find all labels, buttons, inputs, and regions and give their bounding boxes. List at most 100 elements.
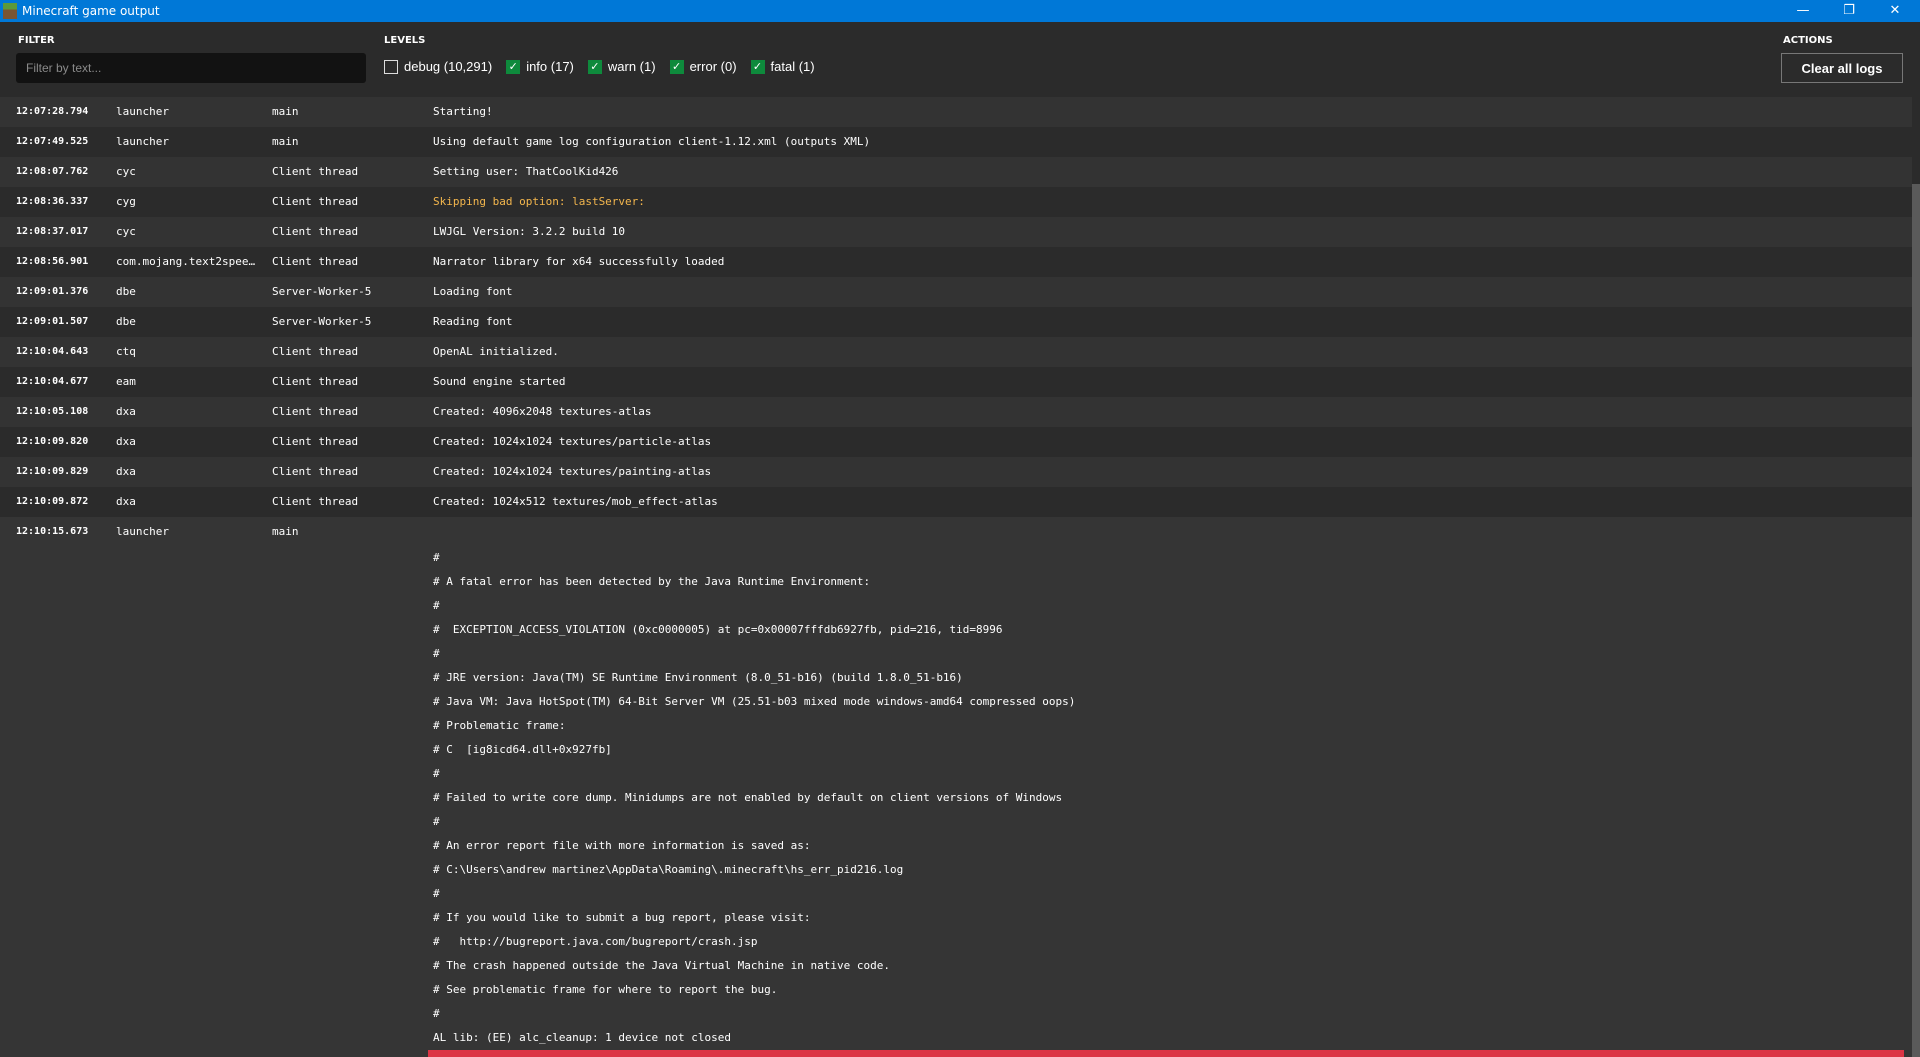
log-time: 12:09:01.507	[16, 316, 89, 327]
log-time: 12:10:09.872	[16, 496, 89, 507]
fatal-message-line: #	[433, 815, 440, 828]
log-row[interactable]: 12:10:04.643 ctq Client thread OpenAL initi…	[0, 337, 1912, 367]
fatal-message-line: # JRE version: Java(TM) SE Runtime Envir…	[433, 671, 963, 684]
fatal-message-line: #	[433, 599, 440, 612]
log-row[interactable]: 12:10:09.829 dxa Client thread Created: 102…	[0, 457, 1912, 487]
log-logger: dbe	[116, 315, 136, 328]
level-label: warn (1)	[607, 59, 656, 74]
filter-input[interactable]	[16, 53, 366, 83]
log-message: Using default game log configuration cli…	[433, 135, 871, 148]
log-row[interactable]: 12:09:01.376 dbe Server-Worker-5 Loading fo…	[0, 277, 1912, 307]
log-thread: main	[272, 105, 299, 118]
log-row[interactable]: 12:10:04.677 eam Client thread Sound engine…	[0, 367, 1912, 397]
level-checkbox-info[interactable]: ✓ info (17)	[506, 59, 574, 74]
log-message: Loading font	[433, 285, 513, 298]
checkbox-checked-icon[interactable]: ✓	[587, 59, 602, 74]
checkbox-checked-icon[interactable]: ✓	[750, 59, 765, 74]
log-logger: cyc	[116, 225, 136, 238]
log-thread: Client thread	[272, 375, 359, 388]
fatal-message: # # A fatal error has been detected by th…	[433, 546, 1075, 1050]
log-logger: dxa	[116, 435, 136, 448]
level-label: debug (10,291)	[404, 59, 493, 74]
log-list: 12:07:28.794 launcher main Starting! 12:07:4…	[0, 97, 1912, 1057]
log-row[interactable]: 12:10:09.872 dxa Client thread Created: 102…	[0, 487, 1912, 517]
checkbox-unchecked-icon[interactable]	[384, 59, 398, 74]
log-message: OpenAL initialized.	[433, 345, 559, 358]
fatal-message-line: #	[433, 767, 440, 780]
log-row[interactable]: 12:10:09.820 dxa Client thread Created: 102…	[0, 427, 1912, 457]
level-checkbox-fatal[interactable]: ✓ fatal (1)	[750, 59, 815, 74]
log-row[interactable]: 12:10:05.108 dxa Client thread Created: 409…	[0, 397, 1912, 427]
log-row[interactable]: 12:09:01.507 dbe Server-Worker-5 Reading fo…	[0, 307, 1912, 337]
log-thread: Client thread	[272, 345, 359, 358]
fatal-message-line: # EXCEPTION_ACCESS_VIOLATION (0xc0000005…	[433, 623, 1003, 636]
log-thread: Client thread	[272, 465, 359, 478]
log-logger: com.mojang.text2speech.NarratorWindows	[116, 255, 258, 268]
log-thread: Server-Worker-5	[272, 315, 372, 328]
log-logger: cyg	[116, 195, 136, 208]
close-button[interactable]: ✕	[1872, 0, 1918, 22]
checkbox-checked-icon[interactable]: ✓	[506, 59, 521, 74]
fatal-message-line: # C [ig8icd64.dll+0x927fb]	[433, 743, 612, 756]
log-logger: cyc	[116, 165, 136, 178]
log-thread: Server-Worker-5	[272, 285, 372, 298]
log-thread: Client thread	[272, 225, 359, 238]
log-thread: Client thread	[272, 165, 359, 178]
log-time: 12:07:28.794	[16, 106, 89, 117]
log-thread: Client thread	[272, 495, 359, 508]
fatal-message-line: #	[433, 887, 440, 900]
fatal-message-line: # Java VM: Java HotSpot(TM) 64-Bit Serve…	[433, 695, 1076, 708]
fatal-message-line: # Failed to write core dump. Minidumps a…	[433, 791, 1063, 804]
toolbar: FILTER LEVELS debug (10,291) ✓ info (17) ✓ w…	[0, 22, 1920, 97]
log-row[interactable]: 12:07:49.525 launcher main Using default ga…	[0, 127, 1912, 157]
fatal-message-line: #	[433, 647, 440, 660]
log-thread: Client thread	[272, 435, 359, 448]
level-checkbox-warn[interactable]: ✓ warn (1)	[587, 59, 656, 74]
log-message: Created: 1024x1024 textures/painting-atl…	[433, 465, 712, 478]
minimize-button[interactable]: —	[1780, 0, 1826, 22]
log-thread: main	[272, 135, 299, 148]
level-checkbox-debug[interactable]: debug (10,291)	[384, 59, 492, 74]
fatal-message-line: AL lib: (EE) alc_cleanup: 1 device not c…	[433, 1031, 732, 1044]
clear-all-logs-button[interactable]: Clear all logs	[1781, 53, 1903, 83]
log-row[interactable]: 12:08:36.337 cyg Client thread Skipping bad…	[0, 187, 1912, 217]
fatal-message-line: # Problematic frame:	[433, 719, 566, 732]
actions-label: ACTIONS	[1783, 35, 1833, 46]
level-label: info (17)	[526, 59, 574, 74]
level-checkbox-error[interactable]: ✓ error (0)	[669, 59, 737, 74]
levels-label: LEVELS	[384, 35, 426, 46]
title-bar: Minecraft game output — ❐ ✕	[0, 0, 1920, 22]
checkbox-checked-icon[interactable]: ✓	[669, 59, 684, 74]
log-logger: dbe	[116, 285, 136, 298]
log-message: Skipping bad option: lastServer:	[433, 195, 645, 208]
fatal-message-line: # http://bugreport.java.com/bugreport/cr…	[433, 935, 758, 948]
level-label: error (0)	[689, 59, 737, 74]
log-time: 12:08:07.762	[16, 166, 89, 177]
log-message: Reading font	[433, 315, 513, 328]
log-message: Created: 1024x512 textures/mob_effect-at…	[433, 495, 718, 508]
log-row[interactable]: 12:07:28.794 launcher main Starting!	[0, 97, 1912, 127]
log-logger: dxa	[116, 405, 136, 418]
fatal-message-line: # See problematic frame for where to rep…	[433, 983, 778, 996]
log-row[interactable]: 12:08:37.017 cyc Client thread LWJGL Versio…	[0, 217, 1912, 247]
minecraft-grass-block-icon	[3, 3, 17, 19]
fatal-message-line: # A fatal error has been detected by the…	[433, 575, 871, 588]
log-row[interactable]: 12:08:56.901 com.mojang.text2speech.Narra…	[0, 247, 1912, 277]
restore-button[interactable]: ❐	[1826, 0, 1872, 22]
log-thread: Client thread	[272, 255, 359, 268]
log-time: 12:10:09.829	[16, 466, 89, 477]
scrollbar-thumb[interactable]	[1912, 184, 1920, 1057]
fatal-message-line: # C:\Users\andrew martinez\AppData\Roami…	[433, 863, 904, 876]
log-row-fatal[interactable]: 12:10:15.673 launcher main # # A fatal error…	[0, 517, 1912, 1057]
log-logger: ctq	[116, 345, 136, 358]
log-time: 12:10:04.643	[16, 346, 89, 357]
log-row[interactable]: 12:08:07.762 cyc Client thread Setting user…	[0, 157, 1912, 187]
log-time: 12:08:37.017	[16, 226, 89, 237]
log-time: 12:10:04.677	[16, 376, 89, 387]
log-time: 12:10:15.673	[16, 526, 89, 537]
log-thread: Client thread	[272, 195, 359, 208]
log-logger: dxa	[116, 495, 136, 508]
fatal-message-line: # An error report file with more informa…	[433, 839, 811, 852]
log-thread: Client thread	[272, 405, 359, 418]
log-logger: launcher	[116, 135, 169, 148]
